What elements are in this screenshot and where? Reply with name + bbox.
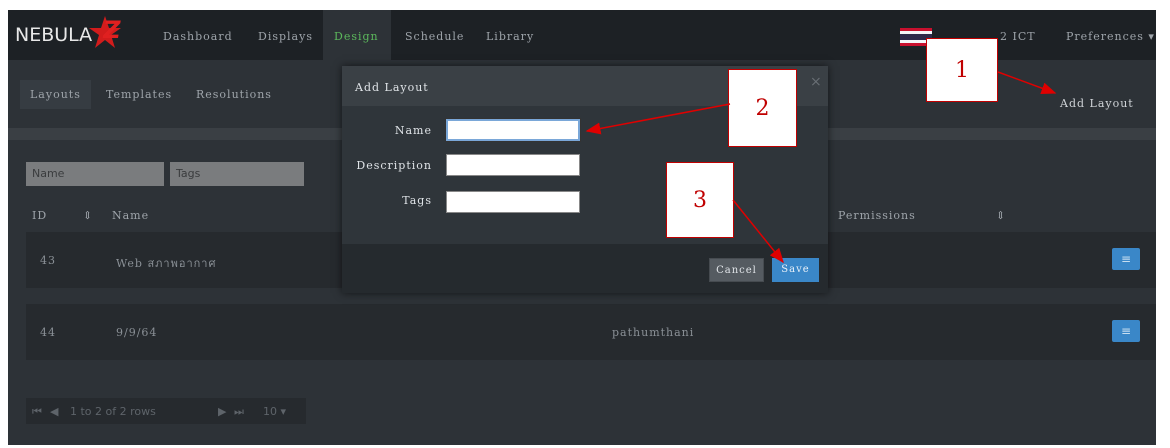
nav-dashboard[interactable]: Dashboard [163, 30, 233, 43]
pager-info: 1 to 2 of 2 rows [70, 405, 156, 418]
first-page-icon[interactable]: ⏮ [32, 405, 42, 419]
column-header-permissions[interactable]: Permissions [838, 209, 916, 222]
row-owner: pathumthani [612, 326, 695, 339]
row-name: Web สภาพอากาศ [116, 257, 217, 270]
save-button[interactable]: Save [772, 258, 819, 282]
nav-design[interactable]: Design [334, 30, 379, 43]
tab-resolutions[interactable]: Resolutions [186, 80, 282, 109]
preferences-menu[interactable]: Preferences ▾ [1066, 30, 1155, 43]
row-name: 9/9/64 [116, 326, 158, 339]
description-field[interactable] [446, 154, 580, 176]
last-page-icon[interactable]: ⏭ [234, 405, 244, 419]
description-label: Description [356, 159, 432, 172]
name-label: Name [394, 124, 432, 137]
nav-schedule[interactable]: Schedule [405, 30, 464, 43]
page-size-select[interactable]: 10 ▾ [263, 405, 286, 418]
nav-displays[interactable]: Displays [258, 30, 313, 43]
callout-2: 2 [728, 69, 797, 147]
add-layout-button[interactable]: Add Layout [1060, 97, 1134, 110]
nav-library[interactable]: Library [486, 30, 534, 43]
column-header-name[interactable]: Name [112, 209, 149, 222]
name-field[interactable] [445, 118, 581, 142]
close-icon[interactable]: × [810, 74, 822, 90]
table-row[interactable]: 44 9/9/64 pathumthani ≡ [26, 304, 1156, 360]
tab-templates[interactable]: Templates [96, 80, 182, 109]
permissions-sort-icon[interactable]: ⇕ [996, 209, 1006, 222]
brand-logo[interactable]: NEBULA Z [15, 16, 123, 48]
tags-field[interactable] [446, 191, 580, 213]
row-id: 44 [40, 326, 56, 339]
tab-layouts[interactable]: Layouts [20, 80, 91, 109]
cancel-button[interactable]: Cancel [709, 258, 764, 282]
row-menu-button[interactable]: ≡ [1112, 248, 1140, 270]
sort-icon[interactable]: ⇕ [83, 209, 93, 222]
callout-3: 3 [666, 162, 734, 238]
name-filter-input[interactable]: Name [26, 162, 164, 186]
next-page-icon[interactable]: ▶ [218, 405, 226, 418]
modal-title: Add Layout [355, 81, 429, 94]
clock-display: 2 ICT [1000, 30, 1036, 43]
logo-text: NEBULA [15, 24, 93, 46]
row-menu-button[interactable]: ≡ [1112, 320, 1140, 342]
callout-1: 1 [926, 38, 998, 102]
column-header-id[interactable]: ID [32, 209, 47, 222]
tags-label: Tags [402, 194, 432, 207]
row-id: 43 [40, 254, 56, 267]
prev-page-icon[interactable]: ◀ [50, 405, 58, 418]
tags-filter-input[interactable]: Tags [170, 162, 304, 186]
